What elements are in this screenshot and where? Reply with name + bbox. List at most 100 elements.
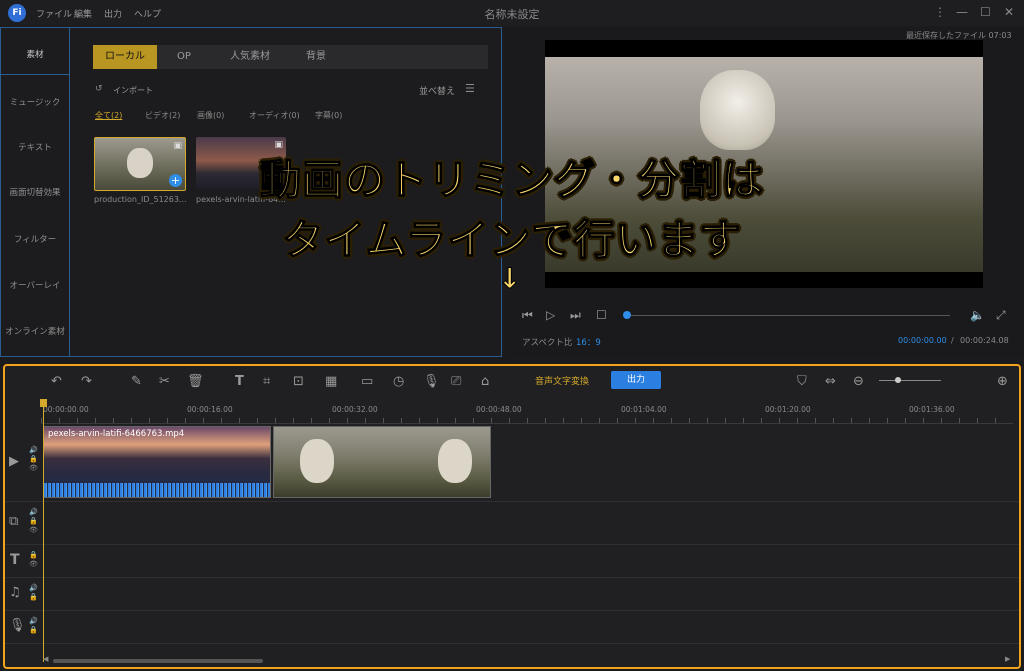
scroll-left-icon[interactable]: ◀: [43, 655, 48, 663]
filter-video[interactable]: ビデオ(2): [145, 110, 180, 121]
split-icon[interactable]: ✂: [159, 374, 170, 389]
divider: [1, 74, 69, 75]
playhead-handle[interactable]: [40, 399, 47, 407]
volume-icon[interactable]: 🔈: [970, 308, 985, 322]
video-clip-1[interactable]: pexels-arvin-latifi-6466763.mp4: [43, 426, 271, 498]
timeline-ruler[interactable]: 00:00:00.00 00:00:16.00 00:00:32.00 00:0…: [41, 401, 1013, 424]
screen-record-icon[interactable]: ⎚: [451, 374, 461, 389]
window-title: 名称未設定: [484, 8, 540, 21]
marker-icon[interactable]: ⛉: [797, 374, 807, 389]
scroll-right-icon[interactable]: ▶: [1005, 655, 1010, 663]
clip-name: pexels-arvin-latifi-6466763.mp4: [48, 429, 185, 439]
undo-icon[interactable]: ↶: [51, 374, 62, 389]
track-header: T 🔒 👁: [5, 545, 41, 577]
text-icon[interactable]: T: [235, 374, 244, 389]
text-track: T 🔒 👁: [5, 545, 1019, 578]
sidebar-item-overlay[interactable]: オーバーレイ: [1, 279, 69, 291]
fit-width-icon[interactable]: ⇔: [825, 374, 836, 389]
ruler-label: 00:00:48.00: [476, 405, 522, 414]
track-toggles-icon[interactable]: 🔊 🔒: [29, 617, 38, 635]
filter-all[interactable]: 全て(2): [95, 110, 122, 121]
annotation-line-2: タイムラインで行います: [282, 215, 742, 264]
zoom-out-icon[interactable]: ⊖: [853, 374, 864, 389]
ruler-label: 00:01:36.00: [909, 405, 955, 414]
track-toggles-icon[interactable]: 🔊 🔒 👁: [29, 446, 38, 473]
ruler-label: 00:01:20.00: [765, 405, 811, 414]
speed-icon[interactable]: ◷: [393, 374, 404, 389]
current-time: 00:00:00.00: [898, 336, 947, 345]
zoom-in-icon[interactable]: ⊕: [997, 374, 1008, 389]
track-toggles-icon[interactable]: 🔊 🔒 👁: [29, 508, 38, 535]
ruler-label: 00:01:04.00: [621, 405, 667, 414]
ruler-label: 00:00:32.00: [332, 405, 378, 414]
minimize-icon[interactable]: —: [956, 5, 968, 19]
export-button[interactable]: 出力: [611, 371, 661, 389]
ruler-ticks: [41, 418, 1013, 423]
sidebar-item-online-media[interactable]: オンライン素材: [1, 325, 69, 337]
tab-local[interactable]: ローカル: [93, 45, 157, 69]
video-track: ▶ 🔊 🔒 👁 pexels-arvin-latifi-6466763.mp4: [5, 424, 1019, 502]
text-track-icon: T: [10, 552, 20, 568]
track-header: ♫ 🔊 🔒: [5, 578, 41, 610]
redo-icon[interactable]: ↷: [81, 374, 92, 389]
filter-audio[interactable]: オーディオ(0): [249, 110, 300, 121]
ruler-label: 00:00:00.00: [43, 405, 89, 414]
filter-subtitle[interactable]: 字幕(0): [315, 110, 342, 121]
video-track-icon: ▶: [9, 454, 19, 469]
track-header: ⧉ 🔊 🔒 👁: [5, 502, 41, 544]
voice-track: 🎙 🔊 🔒: [5, 611, 1019, 644]
track-toggles-icon[interactable]: 🔒 👁: [29, 551, 38, 569]
total-time: 00:00:24.08: [960, 336, 1009, 345]
zoom-slider-handle[interactable]: [894, 377, 901, 383]
time-separator: /: [951, 336, 954, 345]
overlay-track-icon: ⧉: [9, 514, 19, 529]
next-frame-icon[interactable]: ⏭: [570, 308, 581, 323]
overlay-track: ⧉ 🔊 🔒 👁: [5, 502, 1019, 545]
horizontal-scrollbar[interactable]: [53, 659, 263, 663]
stop-icon[interactable]: ☐: [596, 308, 607, 322]
tab-popular[interactable]: 人気素材: [215, 45, 285, 69]
close-icon[interactable]: ✕: [1004, 5, 1014, 19]
preview-seek-bar[interactable]: [630, 315, 950, 316]
import-icon[interactable]: ↺: [95, 84, 103, 94]
filter-image[interactable]: 画像(0): [197, 110, 224, 121]
seek-handle[interactable]: [623, 311, 631, 319]
more-options-icon[interactable]: ⋮: [934, 5, 946, 19]
video-clip-2[interactable]: [273, 426, 491, 498]
list-view-icon[interactable]: ☰: [465, 82, 475, 95]
title-bar: Fi ファイル 編集 出力 ヘルプ 名称未設定 ⋮ — ☐ ✕: [0, 0, 1024, 26]
mosaic-icon[interactable]: ▦: [325, 374, 337, 389]
microphone-icon[interactable]: 🎙: [423, 374, 440, 389]
freeze-frame-icon[interactable]: ▭: [361, 374, 373, 389]
timeline-panel: ↶ ↷ ✎ ✂ 🗑 T ⌗ ⊡ ▦ ▭ ◷ 🎙 ⎚ ⌂ 音声文字変換 出力 ⛉ …: [3, 364, 1021, 669]
preview-dog-image: [700, 70, 775, 150]
down-arrow-icon: ↓: [497, 262, 522, 296]
prev-frame-icon[interactable]: ⏮: [522, 308, 533, 323]
ruler-label: 00:00:16.00: [187, 405, 233, 414]
edit-icon[interactable]: ✎: [131, 374, 142, 389]
fill-icon[interactable]: ⌂: [481, 374, 489, 389]
maximize-icon[interactable]: ☐: [980, 5, 991, 19]
crop-icon[interactable]: ⌗: [263, 374, 270, 389]
speech-to-text-button[interactable]: 音声文字変換: [535, 374, 589, 387]
tab-background[interactable]: 背景: [291, 45, 341, 69]
sidebar-item-media[interactable]: 素材: [1, 48, 69, 60]
delete-icon[interactable]: 🗑: [187, 374, 204, 389]
music-track-icon: ♫: [9, 585, 21, 600]
dog-image: [300, 439, 334, 483]
playhead[interactable]: [43, 404, 44, 662]
track-toggles-icon[interactable]: 🔊 🔒: [29, 584, 38, 602]
dog-image: [438, 439, 472, 483]
voice-track-icon: 🎙: [9, 618, 26, 633]
fullscreen-icon[interactable]: ⤢: [996, 308, 1006, 323]
play-icon[interactable]: ▷: [546, 308, 555, 322]
sidebar-item-music[interactable]: ミュージック: [1, 96, 69, 108]
import-button[interactable]: インポート: [113, 85, 153, 96]
audio-waveform: [44, 483, 270, 497]
tab-op[interactable]: OP: [163, 45, 205, 69]
sort-button[interactable]: 並べ替え: [419, 84, 455, 97]
zoom-slider[interactable]: [879, 380, 941, 381]
aspect-ratio-select[interactable]: 16：9: [576, 336, 601, 348]
track-header: 🎙 🔊 🔒: [5, 611, 41, 643]
resize-icon[interactable]: ⊡: [293, 374, 304, 389]
